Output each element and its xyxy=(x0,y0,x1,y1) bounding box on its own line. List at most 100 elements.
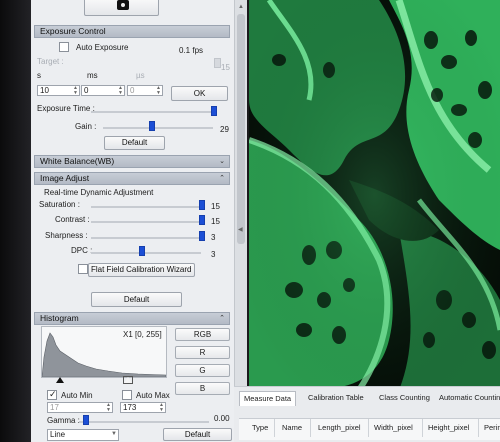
saturation-value: 15 xyxy=(211,202,220,211)
column-separator xyxy=(478,419,479,437)
channel-g-button[interactable]: G xyxy=(175,364,230,377)
fps-readout: 0.1 fps xyxy=(179,46,204,55)
column-name[interactable]: Name xyxy=(282,423,302,432)
min-value: 17 xyxy=(50,403,59,412)
sharpness-thumb[interactable] xyxy=(199,231,205,241)
contrast-value: 15 xyxy=(211,217,220,226)
spin-arrows-icon[interactable]: ▲ ▼ xyxy=(73,86,78,96)
image-adjust-header[interactable]: Image Adjust ⌃ xyxy=(34,172,230,185)
sharpness-track[interactable] xyxy=(91,237,201,239)
panel-scrollbar[interactable]: ▲ ◀ xyxy=(234,0,247,442)
column-perimeter[interactable]: Perim xyxy=(484,423,500,432)
exposure-default-button[interactable]: Default xyxy=(104,136,165,150)
microseconds-value: 0 xyxy=(130,86,135,95)
chevron-down-icon: ⌄ xyxy=(219,158,225,165)
unit-ms: ms xyxy=(87,71,98,80)
ffc-wizard-button[interactable]: Flat Field Calibration Wizard xyxy=(88,263,195,277)
column-type[interactable]: Type xyxy=(252,423,268,432)
auto-exposure-checkbox[interactable] xyxy=(59,42,69,52)
spin-arrows-icon[interactable]: ▲ ▼ xyxy=(106,403,111,413)
exposure-control-header[interactable]: Exposure Control xyxy=(34,25,230,38)
spin-arrows-icon[interactable]: ▲ ▼ xyxy=(159,403,164,413)
ffc-checkbox[interactable] xyxy=(78,264,88,274)
tab-automatic-counting[interactable]: Automatic Counting xyxy=(435,391,500,406)
auto-max-checkbox[interactable] xyxy=(122,390,132,400)
column-separator xyxy=(368,419,369,437)
tab-label: Class Counting xyxy=(379,393,430,402)
spin-arrows-icon[interactable]: ▲ ▼ xyxy=(156,86,161,96)
control-panel: Exposure Control Auto Exposure 0.1 fps T… xyxy=(31,0,234,442)
tab-measure-data[interactable]: Measure Data xyxy=(239,391,297,406)
tab-calibration-table[interactable]: Calibration Table xyxy=(304,391,368,406)
column-separator xyxy=(310,419,311,437)
auto-exposure-label: Auto Exposure xyxy=(76,43,129,52)
ok-button[interactable]: OK xyxy=(171,86,228,101)
saturation-track[interactable] xyxy=(91,206,201,208)
sharpness-value: 3 xyxy=(211,233,216,242)
contrast-thumb[interactable] xyxy=(199,215,205,225)
measurement-panel: Measure Data Calibration Table Class Cou… xyxy=(234,386,500,442)
target-label: Target : xyxy=(37,57,64,66)
auto-max-label: Auto Max xyxy=(136,391,170,400)
snapshot-button[interactable] xyxy=(84,0,159,16)
white-balance-header[interactable]: White Balance(WB) ⌄ xyxy=(34,155,230,168)
gamma-thumb[interactable] xyxy=(83,415,89,425)
milliseconds-spinbox[interactable]: 0 ▲ ▼ xyxy=(81,85,125,96)
histogram-range: X1 [0, 255] xyxy=(123,330,162,339)
auto-min-label: Auto Min xyxy=(61,391,93,400)
gain-track[interactable] xyxy=(103,127,213,129)
channel-r-button[interactable]: R xyxy=(175,346,230,359)
channel-rgb-button[interactable]: RGB xyxy=(175,328,230,341)
mode-value: Line xyxy=(50,430,66,439)
mode-select[interactable]: Line ▼ xyxy=(47,429,119,441)
exposure-time-thumb[interactable] xyxy=(211,106,217,116)
monitor-bezel xyxy=(0,0,31,442)
tab-class-counting[interactable]: Class Counting xyxy=(375,391,434,406)
gamma-value: 0.00 xyxy=(214,414,230,423)
gain-thumb[interactable] xyxy=(149,121,155,131)
gain-value: 29 xyxy=(220,125,229,134)
chevron-up-icon: ⌃ xyxy=(219,315,225,322)
channel-b-button[interactable]: B xyxy=(175,382,230,395)
auto-min-checkbox[interactable] xyxy=(47,389,57,400)
unit-us: µs xyxy=(136,71,145,80)
min-spinbox[interactable]: 17 ▲ ▼ xyxy=(47,402,113,413)
channel-label: R xyxy=(199,348,206,357)
saturation-thumb[interactable] xyxy=(199,200,205,210)
histogram-curve xyxy=(42,332,166,377)
channel-label: RGB xyxy=(193,330,212,339)
dpc-label: DPC : xyxy=(71,246,93,255)
contrast-label: Contrast : xyxy=(55,215,90,224)
column-width[interactable]: Width_pixel xyxy=(374,423,413,432)
fluorescence-image xyxy=(249,0,500,390)
spin-arrows-icon[interactable]: ▲ ▼ xyxy=(118,86,123,96)
histogram-header[interactable]: Histogram ⌃ xyxy=(34,312,230,325)
ffc-label: Flat Field Calibration Wizard xyxy=(91,265,192,274)
image-adjust-default-button[interactable]: Default xyxy=(91,292,182,307)
histogram-default-button[interactable]: Default xyxy=(163,428,232,441)
column-height[interactable]: Height_pixel xyxy=(428,423,469,432)
exposure-time-track[interactable] xyxy=(91,111,216,113)
scroll-thumb[interactable] xyxy=(237,14,245,244)
tab-label: Automatic Counting xyxy=(439,393,500,402)
scroll-up-icon[interactable]: ▲ xyxy=(238,4,244,10)
camera-lens xyxy=(120,2,126,8)
default-label: Default xyxy=(121,138,148,147)
microseconds-spinbox[interactable]: 0 ▲ ▼ xyxy=(127,85,163,96)
scroll-down-icon[interactable]: ◀ xyxy=(238,226,243,233)
max-spinbox[interactable]: 173 ▲ ▼ xyxy=(120,402,166,413)
ok-label: OK xyxy=(193,89,206,98)
default-label: Default xyxy=(184,430,211,439)
dpc-track[interactable] xyxy=(91,252,201,254)
seconds-spinbox[interactable]: 10 ▲ ▼ xyxy=(37,85,80,96)
channel-label: B xyxy=(199,384,206,393)
dpc-thumb[interactable] xyxy=(139,246,145,256)
gamma-track[interactable] xyxy=(79,421,209,423)
column-length[interactable]: Length_pixel xyxy=(318,423,361,432)
live-image-view[interactable] xyxy=(249,0,500,390)
contrast-track[interactable] xyxy=(91,221,201,223)
min-marker-icon[interactable] xyxy=(56,377,64,383)
max-marker-icon[interactable] xyxy=(123,376,133,384)
target-thumb[interactable] xyxy=(214,58,221,68)
default-label: Default xyxy=(123,295,150,304)
